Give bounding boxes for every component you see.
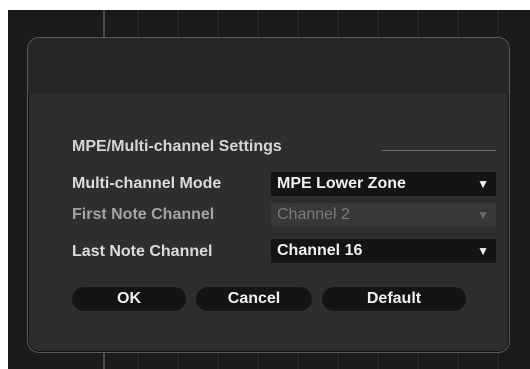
multi-channel-mode-label: Multi-channel Mode [72,175,222,192]
first-note-channel-value: Channel 2 [277,206,350,223]
last-note-channel-select[interactable]: Channel 16 ▼ [271,239,496,263]
ok-button[interactable]: OK [72,287,186,311]
mpe-settings-dialog: MPE/Multi-channel Settings Multi-channel… [27,37,510,353]
chevron-down-icon: ▼ [477,177,489,191]
default-button[interactable]: Default [322,287,466,311]
chevron-down-icon: ▼ [477,208,489,222]
group-title: MPE/Multi-channel Settings [72,138,282,155]
first-note-channel-label: First Note Channel [72,206,215,223]
multi-channel-mode-select[interactable]: MPE Lower Zone ▼ [271,172,496,196]
group-divider [382,150,496,151]
chevron-down-icon: ▼ [477,244,489,258]
first-note-channel-select: Channel 2 ▼ [271,203,496,227]
multi-channel-mode-value: MPE Lower Zone [277,175,406,192]
last-note-channel-label: Last Note Channel [72,243,213,260]
cancel-button[interactable]: Cancel [196,287,312,311]
dialog-title-bar[interactable] [28,38,509,94]
last-note-channel-value: Channel 16 [277,242,363,259]
